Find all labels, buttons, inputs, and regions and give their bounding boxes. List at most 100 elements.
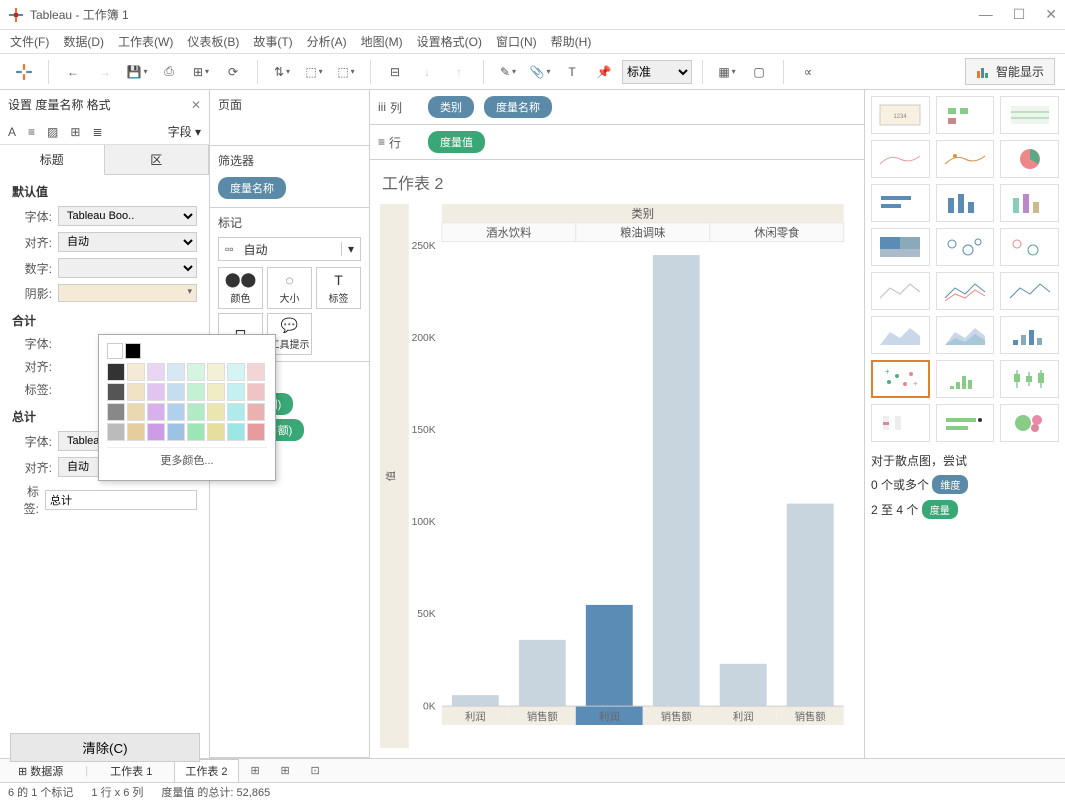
menu-analysis[interactable]: 分析(A) xyxy=(307,33,347,50)
color-swatch[interactable] xyxy=(127,383,145,401)
fit-select[interactable]: 标准 xyxy=(622,60,692,84)
showme-thumb-2[interactable] xyxy=(1000,96,1059,134)
showme-thumb-20[interactable] xyxy=(1000,360,1059,398)
color-swatch[interactable] xyxy=(207,363,225,381)
marks-color-button[interactable]: ⬤⬤颜色 xyxy=(218,267,263,309)
new-story-button[interactable]: ⊡ xyxy=(311,764,329,777)
attach-button[interactable]: 📎 xyxy=(526,58,554,86)
color-swatch[interactable] xyxy=(227,423,245,441)
showme-thumb-9[interactable] xyxy=(871,228,930,266)
showme-thumb-0[interactable]: 1234 xyxy=(871,96,930,134)
gt-label-input[interactable] xyxy=(45,490,197,510)
tab-datasource[interactable]: ⊞ 数据源 xyxy=(8,760,73,782)
filter-pill[interactable]: 度量名称 xyxy=(218,177,286,199)
format-align-icon[interactable]: ≡ xyxy=(28,125,35,139)
color-swatch[interactable] xyxy=(127,423,145,441)
showme-thumb-3[interactable] xyxy=(871,140,930,178)
color-swatch[interactable] xyxy=(227,363,245,381)
showme-thumb-22[interactable] xyxy=(936,404,995,442)
color-swatch[interactable] xyxy=(247,363,265,381)
color-swatch[interactable] xyxy=(107,423,125,441)
showme-thumb-11[interactable] xyxy=(1000,228,1059,266)
menu-worksheet[interactable]: 工作表(W) xyxy=(118,33,173,50)
marks-size-button[interactable]: ◌大小 xyxy=(267,267,312,309)
sort-button-2[interactable]: ↑ xyxy=(445,58,473,86)
new-sheet-button[interactable]: ⊞ xyxy=(251,764,269,777)
share-button[interactable]: ∝ xyxy=(794,58,822,86)
presentation-button[interactable]: ▢ xyxy=(745,58,773,86)
default-font-select[interactable]: Tableau Boo.. xyxy=(58,206,197,226)
color-swatch[interactable] xyxy=(247,403,265,421)
color-swatch[interactable] xyxy=(227,383,245,401)
color-swatch[interactable] xyxy=(187,363,205,381)
color-swatch[interactable] xyxy=(207,383,225,401)
color-swatch[interactable] xyxy=(147,383,165,401)
format-lines-icon[interactable]: ≣ xyxy=(92,125,102,139)
chart-area[interactable]: 类别酒水饮料粮油调味休闲零食值0K50K100K150K200K250K利润销售… xyxy=(370,204,864,758)
color-swatch[interactable] xyxy=(107,363,125,381)
sort-button[interactable]: ↓ xyxy=(413,58,441,86)
menu-dashboard[interactable]: 仪表板(B) xyxy=(187,33,239,50)
group-button[interactable]: ⊟ xyxy=(381,58,409,86)
sort-desc-button[interactable]: ⬚ xyxy=(332,58,360,86)
color-swatch[interactable] xyxy=(187,423,205,441)
showme-thumb-17[interactable] xyxy=(1000,316,1059,354)
window-close-button[interactable]: ✕ xyxy=(1045,6,1057,23)
clear-button[interactable]: 清除(C) xyxy=(10,733,200,762)
more-colors-button[interactable]: 更多颜色... xyxy=(107,447,267,472)
color-swatch[interactable] xyxy=(125,343,141,359)
marks-label-button[interactable]: T标签 xyxy=(316,267,361,309)
tableau-icon[interactable] xyxy=(10,58,38,86)
pin-button[interactable]: 📌 xyxy=(590,58,618,86)
color-swatch[interactable] xyxy=(227,403,245,421)
color-swatch[interactable] xyxy=(247,383,265,401)
tab-zone[interactable]: 区 xyxy=(105,145,210,174)
marks-type-select[interactable]: ▫▫ 自动 ▾ xyxy=(218,237,361,261)
tab-sheet1[interactable]: 工作表 1 xyxy=(100,760,162,782)
color-swatch[interactable] xyxy=(167,423,185,441)
new-datasource-button[interactable]: ⎙ xyxy=(155,58,183,86)
showme-thumb-7[interactable] xyxy=(936,184,995,222)
window-maximize-button[interactable]: ☐ xyxy=(1013,6,1026,23)
showme-thumb-16[interactable] xyxy=(936,316,995,354)
color-swatch[interactable] xyxy=(167,383,185,401)
col-pill-category[interactable]: 类别 xyxy=(428,96,474,118)
field-dropdown[interactable]: 字段 ▾ xyxy=(168,123,201,140)
showme-thumb-15[interactable] xyxy=(871,316,930,354)
color-swatch[interactable] xyxy=(127,363,145,381)
showme-thumb-6[interactable] xyxy=(871,184,930,222)
row-pill-measure-values[interactable]: 度量值 xyxy=(428,131,485,153)
menu-window[interactable]: 窗口(N) xyxy=(496,33,537,50)
default-align-select[interactable]: 自动 xyxy=(58,232,197,252)
color-swatch[interactable] xyxy=(107,343,123,359)
menu-data[interactable]: 数据(D) xyxy=(63,33,104,50)
showme-thumb-1[interactable] xyxy=(936,96,995,134)
format-border-icon[interactable]: ⊞ xyxy=(70,125,80,139)
showme-thumb-13[interactable] xyxy=(936,272,995,310)
sort-asc-button[interactable]: ⬚ xyxy=(300,58,328,86)
show-cards-button[interactable]: ▦ xyxy=(713,58,741,86)
color-swatch[interactable] xyxy=(247,423,265,441)
color-swatch[interactable] xyxy=(107,383,125,401)
showme-thumb-23[interactable] xyxy=(1000,404,1059,442)
format-panel-close-button[interactable]: ✕ xyxy=(191,98,201,112)
color-swatch[interactable] xyxy=(147,403,165,421)
color-swatch[interactable] xyxy=(107,403,125,421)
color-swatch[interactable] xyxy=(147,363,165,381)
window-minimize-button[interactable]: — xyxy=(979,6,993,23)
forward-button[interactable]: → xyxy=(91,58,119,86)
tab-sheet2[interactable]: 工作表 2 xyxy=(174,759,238,782)
save-button[interactable]: 💾 xyxy=(123,58,151,86)
swap-button[interactable]: ⇅ xyxy=(268,58,296,86)
showme-thumb-12[interactable] xyxy=(871,272,930,310)
menu-help[interactable]: 帮助(H) xyxy=(551,33,592,50)
showme-thumb-18[interactable]: ++ xyxy=(871,360,930,398)
format-shade-icon[interactable]: ▨ xyxy=(47,125,58,139)
showme-thumb-14[interactable] xyxy=(1000,272,1059,310)
new-dashboard-button[interactable]: ⊞ xyxy=(281,764,299,777)
color-swatch[interactable] xyxy=(207,423,225,441)
menu-file[interactable]: 文件(F) xyxy=(10,33,49,50)
highlight-button[interactable]: ✎ xyxy=(494,58,522,86)
color-swatch[interactable] xyxy=(187,383,205,401)
viz-title[interactable]: 工作表 2 xyxy=(370,160,864,204)
